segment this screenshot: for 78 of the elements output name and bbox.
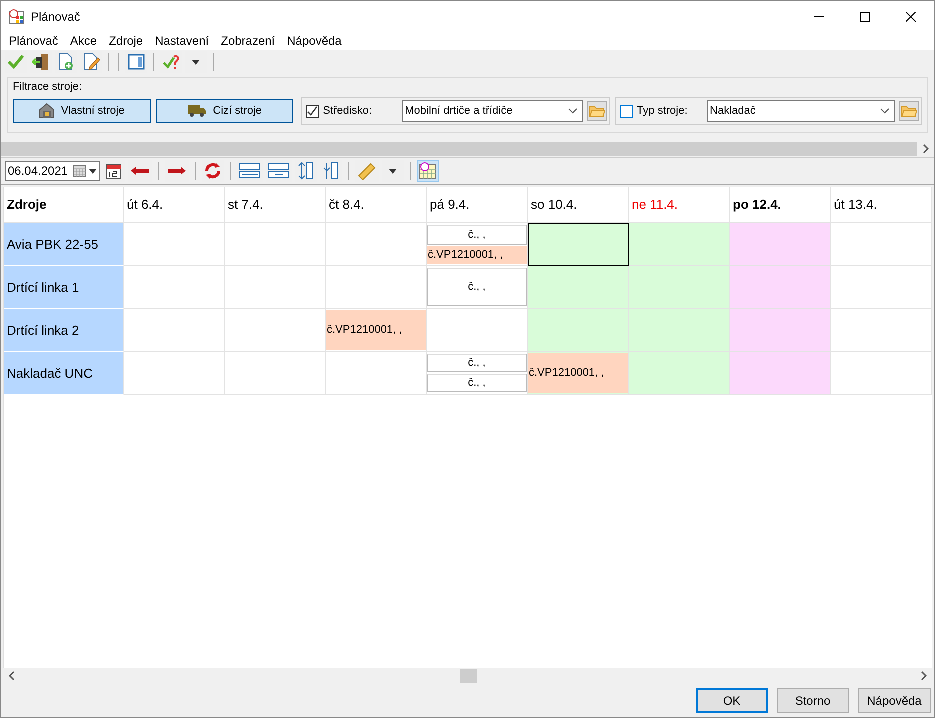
dialog-button[interactable]: OK — [696, 688, 768, 713]
new-document-icon — [58, 53, 74, 71]
door-icon — [32, 53, 50, 71]
date-value: 06.04.2021 — [8, 164, 68, 178]
arrow-right-icon — [167, 166, 187, 176]
menu-item[interactable]: Zdroje — [103, 32, 150, 50]
window-title: Plánovač — [31, 10, 82, 24]
app-icon — [9, 8, 25, 24]
table-cell[interactable] — [528, 223, 629, 266]
dropdown-value: Mobilní drtiče a třídiče — [405, 105, 513, 117]
dialog-button[interactable]: Nápověda — [858, 688, 931, 713]
chevron-right-icon — [920, 671, 928, 681]
ruler-icon — [357, 162, 377, 180]
menu-item[interactable]: Akce — [64, 32, 104, 50]
truck-icon — [187, 104, 208, 118]
checkbox[interactable] — [620, 104, 634, 118]
filter-button[interactable]: Cizí stroje — [156, 99, 294, 123]
row-header[interactable]: Nakladač UNC — [4, 352, 124, 395]
calendar-grid-button[interactable] — [417, 160, 439, 182]
group-title: Filtrace stroje: — [13, 80, 84, 94]
menu-item[interactable]: Plánovač — [3, 32, 64, 50]
checkbox[interactable] — [306, 104, 320, 118]
caret-icon — [89, 168, 97, 174]
caret-icon — [389, 168, 397, 174]
dropdown-chevron-icon — [880, 108, 890, 114]
garage-icon — [39, 103, 56, 119]
table-cell[interactable]: č., , č., , — [427, 352, 528, 395]
table-cell[interactable]: č., , č.VP1210001, , — [427, 223, 528, 266]
dropdown-chevron-icon — [568, 108, 578, 114]
panel-layout-icon — [128, 54, 144, 70]
column-header[interactable]: čt 8.4. — [326, 187, 427, 223]
filter-button[interactable]: Vlastní stroje — [13, 99, 152, 123]
menu-item[interactable]: Zobrazení — [215, 32, 282, 50]
scrollbar-thumb[interactable] — [460, 669, 477, 683]
expand-columns-icon — [297, 162, 315, 180]
folder-button[interactable] — [898, 101, 919, 121]
column-header[interactable]: út 6.4. — [124, 187, 225, 223]
date-field[interactable]: 06.04.2021 — [5, 161, 100, 181]
arrow-left-icon — [130, 166, 150, 176]
maximize-icon — [860, 12, 870, 22]
row-header[interactable]: Drtící linka 1 — [4, 266, 124, 309]
event-bar[interactable]: č., , — [427, 354, 527, 372]
event-bar[interactable]: č.VP1210001, , — [427, 246, 527, 264]
shrink-rows-icon — [268, 163, 290, 179]
dropdown-field[interactable]: Mobilní drtiče a třídiče — [402, 100, 584, 122]
menu-item[interactable]: Nastavení — [149, 32, 216, 50]
row-header[interactable]: Avia PBK 22-55 — [4, 223, 124, 266]
event-bar[interactable]: č., , — [427, 225, 527, 245]
column-header[interactable]: út 13.4. — [831, 187, 932, 223]
panel-layout-button[interactable] — [125, 51, 147, 73]
calendar-icon — [73, 164, 87, 178]
checkmark-question-icon — [162, 54, 180, 70]
column-header[interactable]: st 7.4. — [225, 187, 326, 223]
shrink-columns-icon — [322, 162, 340, 180]
dialog-button[interactable]: Storno — [777, 688, 849, 713]
folder-icon — [900, 104, 917, 118]
row-header[interactable]: Drtící linka 2 — [4, 309, 124, 352]
checkbox-label: Typ stroje: — [637, 105, 689, 117]
column-header[interactable]: pá 9.4. — [427, 187, 528, 223]
caret-icon — [192, 60, 200, 64]
checkmark-icon — [7, 54, 25, 70]
calendar-page-icon — [106, 162, 122, 180]
chevron-left-icon — [8, 671, 16, 681]
dropdown-field[interactable]: Nakladač — [707, 100, 895, 122]
dropdown-value: Nakladač — [710, 105, 756, 117]
expand-rows-icon — [239, 163, 261, 179]
scrollbar-thumb[interactable] — [1, 142, 917, 156]
event-bar[interactable]: č., , — [427, 374, 527, 392]
folder-button[interactable] — [587, 101, 608, 121]
checkbox-label: Středisko: — [323, 105, 374, 117]
close-icon — [906, 12, 916, 22]
check-mark-icon — [307, 106, 318, 116]
folder-icon — [589, 104, 606, 118]
edit-document-icon — [82, 53, 100, 71]
refresh-icon — [204, 162, 222, 180]
menu-item[interactable]: Nápověda — [281, 32, 348, 50]
calendar-grid-icon — [419, 162, 437, 180]
chevron-right-icon — [922, 144, 930, 154]
